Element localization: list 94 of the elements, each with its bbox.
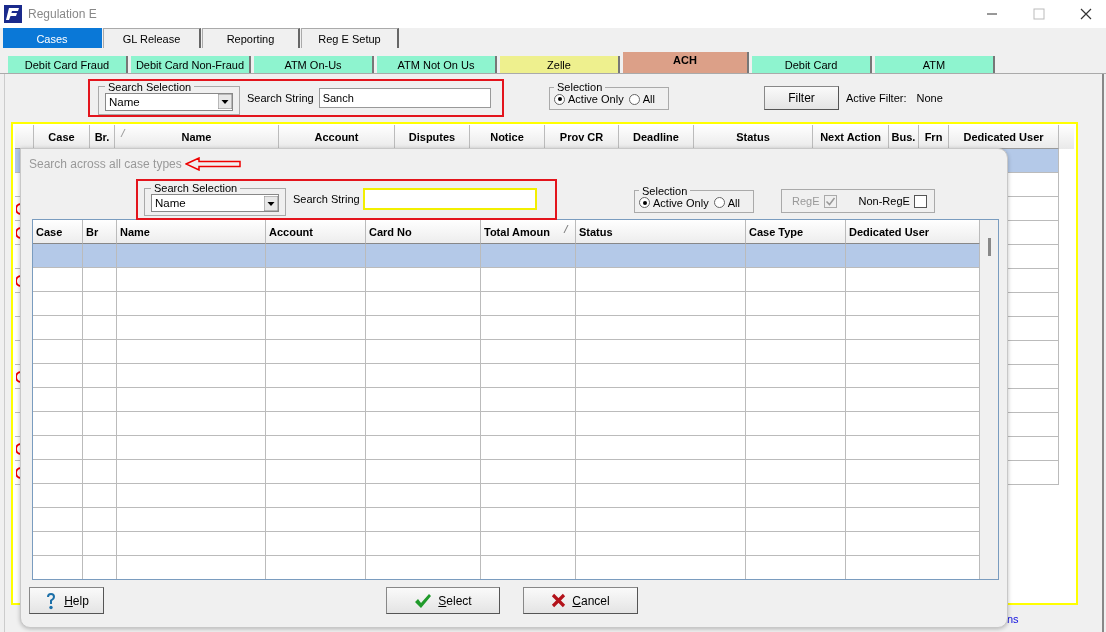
- table-row[interactable]: [33, 460, 980, 484]
- column-header[interactable]: Case: [36, 225, 63, 238]
- column-header[interactable]: Prov CR: [559, 130, 604, 143]
- table-row[interactable]: [33, 292, 980, 316]
- column-header[interactable]: Case Type: [749, 225, 804, 238]
- link[interactable]: ns: [1007, 613, 1019, 625]
- status-icon: [16, 202, 21, 215]
- tab[interactable]: GL Release: [103, 28, 201, 48]
- close-icon[interactable]: [1080, 8, 1092, 20]
- column-header[interactable]: Dedicated User: [849, 225, 930, 238]
- select-button[interactable]: Select: [386, 587, 500, 614]
- table-row[interactable]: [33, 484, 980, 508]
- status-icon: [16, 442, 21, 455]
- radio-option[interactable]: Active Only: [639, 196, 709, 209]
- dialog-caption: Search across all case types: [29, 157, 182, 171]
- table-row[interactable]: [33, 508, 980, 532]
- group-label: Search Selection: [107, 80, 193, 93]
- radio-button[interactable]: [554, 93, 565, 105]
- column-header[interactable]: Status: [736, 130, 770, 143]
- radio-option[interactable]: All: [628, 93, 655, 106]
- search-selection-dropdown[interactable]: Name: [151, 194, 279, 212]
- column-header[interactable]: Dedicated User: [963, 130, 1044, 143]
- active-filter-value: None: [916, 91, 943, 104]
- tab[interactable]: ATM: [875, 56, 995, 73]
- table-row[interactable]: [33, 388, 980, 412]
- column-header[interactable]: Notice: [490, 130, 524, 143]
- table-row[interactable]: [33, 532, 980, 556]
- column-header[interactable]: Card No: [369, 225, 412, 238]
- search-string-field[interactable]: Sanch: [318, 87, 491, 108]
- column-header[interactable]: Frn: [924, 130, 943, 143]
- close-icon: [551, 593, 567, 608]
- radio-option[interactable]: All: [713, 196, 740, 209]
- arrow-annotation: [184, 157, 241, 171]
- column-header[interactable]: Total Amoun: [484, 225, 550, 238]
- tab[interactable]: Debit Card Non-Fraud: [131, 56, 251, 73]
- column-header[interactable]: Status: [579, 225, 613, 238]
- column-header[interactable]: Next Action: [820, 130, 881, 143]
- column-header[interactable]: Br: [86, 225, 99, 238]
- status-icon: [16, 274, 21, 287]
- filter-button[interactable]: Filter: [764, 85, 839, 110]
- checkbox-option[interactable]: Non-RegE: [858, 194, 927, 208]
- column-header[interactable]: Disputes: [408, 130, 456, 143]
- group-label: Selection: [556, 81, 604, 94]
- active-filter-label: Active Filter:: [846, 91, 907, 104]
- column-header[interactable]: Case: [48, 130, 75, 143]
- table-row[interactable]: [33, 340, 980, 364]
- help-button[interactable]: Help: [29, 587, 104, 614]
- search-string-label: Search String: [247, 91, 314, 104]
- group-label: Selection: [641, 184, 689, 197]
- tab[interactable]: Zelle: [500, 56, 620, 73]
- status-icon: [16, 466, 21, 479]
- tab[interactable]: Cases: [3, 28, 102, 48]
- tab[interactable]: ATM Not On Us: [377, 56, 497, 73]
- table-row[interactable]: [33, 412, 980, 436]
- search-selection-dropdown[interactable]: Name: [105, 92, 233, 111]
- table-row[interactable]: [33, 436, 980, 460]
- column-header[interactable]: Name: [120, 225, 150, 238]
- table-row[interactable]: [33, 268, 980, 292]
- column-header[interactable]: Br.: [94, 130, 110, 143]
- tab[interactable]: Reporting: [202, 28, 300, 48]
- table-row[interactable]: [33, 364, 980, 388]
- tab[interactable]: Reg E Setup: [301, 28, 399, 48]
- status-icon: [16, 226, 21, 239]
- tab[interactable]: ATM On-Us: [254, 56, 374, 73]
- search-string-label: Search String: [293, 193, 360, 205]
- radio-button[interactable]: [713, 197, 725, 209]
- checkbox[interactable]: [913, 194, 927, 208]
- radio-button[interactable]: [639, 197, 650, 209]
- tab[interactable]: Debit Card: [752, 56, 872, 73]
- radio-option[interactable]: Active Only: [554, 93, 624, 106]
- column-header[interactable]: Bus.: [891, 130, 916, 143]
- window-title: Regulation E: [28, 7, 97, 21]
- status-icon: [16, 370, 21, 383]
- column-header[interactable]: Name: [181, 130, 212, 143]
- search-string-field[interactable]: [362, 188, 537, 210]
- tab[interactable]: Debit Card Fraud: [8, 56, 128, 73]
- tab[interactable]: ACH: [623, 52, 749, 73]
- app-logo-icon: [4, 5, 22, 23]
- dropdown-arrow-icon: [264, 195, 278, 211]
- column-header[interactable]: Deadline: [633, 130, 679, 143]
- dropdown-arrow-icon: [218, 94, 232, 109]
- radio-button[interactable]: [628, 93, 640, 105]
- column-header[interactable]: Account: [269, 225, 313, 238]
- scrollbar[interactable]: [980, 220, 998, 579]
- group-label: Search Selection: [153, 182, 239, 194]
- table-row[interactable]: [33, 244, 980, 268]
- column-header[interactable]: Account: [314, 130, 359, 143]
- table-row[interactable]: [33, 316, 980, 340]
- checkmark-icon: [414, 592, 433, 609]
- sort-icon: [120, 129, 126, 137]
- cancel-button[interactable]: Cancel: [523, 587, 638, 614]
- maximize-icon[interactable]: [1033, 8, 1045, 20]
- scrollbar-thumb[interactable]: [988, 238, 991, 256]
- sort-icon: [563, 225, 569, 233]
